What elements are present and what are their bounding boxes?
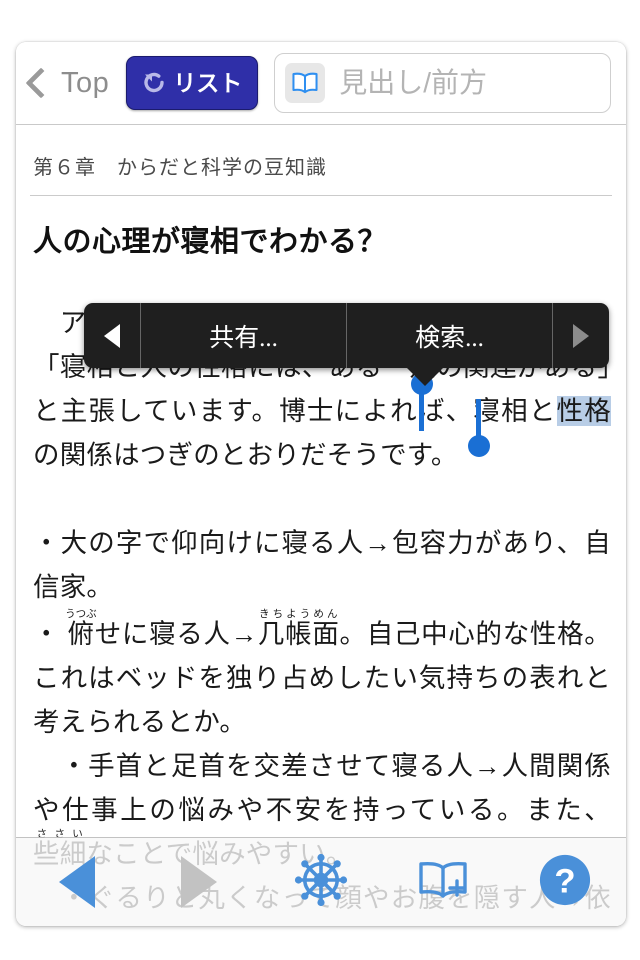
menu-share-button[interactable]: 共有...: [141, 303, 346, 368]
back-button-label: Top: [61, 66, 110, 99]
next-page-button[interactable]: [138, 838, 260, 926]
triangle-right-icon: [573, 323, 589, 348]
ruby-kichoumen: 几帳面きちようめん: [257, 609, 340, 649]
back-to-top-button[interactable]: Top: [25, 66, 110, 99]
triangle-left-icon: [59, 856, 95, 908]
triangle-left-icon: [104, 323, 120, 348]
bottom-toolbar: ?: [16, 837, 626, 926]
reader-card: Top リスト 見出し/前方 第６章 からだと科学の豆知識 人の心理が寝相でわか…: [16, 42, 626, 926]
article-body[interactable]: ア 「寝相と人の性格には、ある一定の関連がある」と主張しています。博士によれば、…: [33, 301, 611, 926]
search-input[interactable]: 見出し/前方: [274, 53, 611, 113]
document-content[interactable]: 第６章 からだと科学の豆知識 人の心理が寝相でわかる？ ア 「寝相と人の性格には…: [16, 124, 626, 926]
bullet-item-2: ・ 俯うつぶせに寝る人→几帳面きちようめん。自己中心的な性格。これはベッドを独り…: [33, 609, 611, 737]
page-title: 人の心理が寝相でわかる？: [33, 226, 388, 258]
add-bookmark-button[interactable]: [382, 838, 504, 926]
search-placeholder-text: 見出し/前方: [339, 67, 488, 98]
svg-text:?: ?: [554, 862, 575, 900]
text-selection-menu: 共有... 検索...: [84, 303, 609, 368]
question-circle-icon: ?: [538, 853, 592, 912]
selected-text[interactable]: 性格: [556, 396, 611, 426]
menu-prev-button[interactable]: [84, 303, 140, 368]
divider: [30, 195, 612, 196]
app-screen: Top リスト 見出し/前方 第６章 からだと科学の豆知識 人の心理が寝相でわか…: [0, 0, 640, 960]
help-button[interactable]: ?: [504, 838, 626, 926]
menu-caret: [406, 367, 444, 386]
open-book-icon[interactable]: [285, 63, 326, 103]
bullet-item-1: ・大の字で仰向けに寝る人→包容力があり、自信家。: [33, 528, 611, 602]
list-button[interactable]: リスト: [126, 56, 259, 110]
navigation-bar: Top リスト 見出し/前方: [16, 42, 626, 125]
ruby-utsubu: 俯うつぶ: [65, 609, 97, 649]
menu-next-button[interactable]: [553, 303, 609, 368]
selection-handle-start[interactable]: [410, 373, 433, 431]
previous-page-button[interactable]: [16, 838, 138, 926]
selection-handle-end[interactable]: [467, 399, 490, 457]
book-plus-icon: [415, 858, 471, 907]
refresh-loop-icon: [142, 72, 167, 94]
chapter-breadcrumb: 第６章 からだと科学の豆知識: [33, 157, 327, 179]
menu-search-button[interactable]: 検索...: [347, 303, 552, 368]
paragraph-1-part-b: の関係はつぎのとおりだそうです。: [33, 440, 458, 470]
chevron-left-icon: [25, 67, 57, 99]
ships-wheel-icon: [294, 853, 348, 912]
navigation-helm-button[interactable]: [260, 838, 382, 926]
triangle-right-icon: [181, 856, 217, 908]
selection-knob-end[interactable]: [467, 435, 490, 457]
list-button-label: リスト: [173, 69, 243, 96]
